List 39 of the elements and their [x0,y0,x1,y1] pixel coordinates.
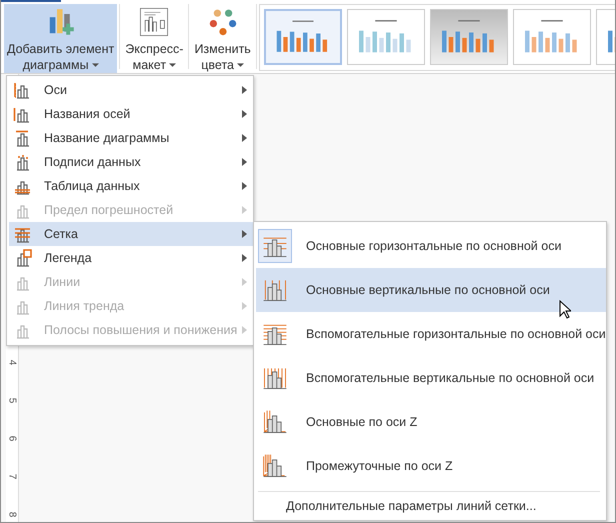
submenu-item[interactable]: Промежуточные по оси Z [256,444,606,488]
ruler-number: 5 [6,396,18,406]
submenu-arrow-icon [242,254,247,262]
submenu-arrow-icon [242,206,247,214]
more-gridline-options-item[interactable]: Дополнительные параметры линий сетки... [256,492,606,516]
submenu-arrow-icon [242,278,247,286]
chart-style-thumbnail[interactable] [512,9,591,65]
submenu-arrow-icon [242,230,247,238]
submenu-arrow-icon [242,326,247,334]
submenu-item[interactable]: Основные по оси Z [256,400,606,444]
submenu-item[interactable]: Вспомогательные горизонтальные по основной оси [256,312,606,356]
ribbon-button[interactable]: Изменить цвета [191,4,254,73]
ribbon-button[interactable]: Экспресс- макет [122,4,186,73]
menu-item[interactable]: Таблица данных [9,174,253,198]
menu-item[interactable]: Легенда [9,246,253,270]
submenu-item[interactable]: Основные вертикальные по основной оси [256,268,606,312]
ruler-number: 4 [6,358,18,368]
chart-style-thumbnail[interactable] [346,9,425,65]
menu-item[interactable]: Подписи данных [9,150,253,174]
submenu-item[interactable]: Основные горизонтальные по основной оси [256,224,606,268]
submenu-arrow-icon [242,86,247,94]
submenu-arrow-icon [242,158,247,166]
ruler-number: 8 [6,510,18,520]
mouse-pointer-icon [559,300,571,319]
submenu-item[interactable]: Вспомогательные вертикальные по основной оси [256,356,606,400]
ruler-number: 6 [6,434,18,444]
submenu-arrow-icon [242,302,247,310]
ruler-number: 7 [6,472,18,482]
ribbon-button[interactable]: Добавить элемент диаграммы [4,4,118,73]
submenu-arrow-icon [242,134,247,142]
chart-style-thumbnail[interactable] [264,9,342,65]
submenu-arrow-icon [242,182,247,190]
menu-item[interactable]: Названия осей [9,102,253,126]
chart-style-thumbnail[interactable] [430,9,508,65]
submenu-arrow-icon [242,110,247,118]
menu-item[interactable]: Название диаграммы [9,126,253,150]
chart-element-icon [13,225,33,243]
menu-item[interactable]: Оси [9,78,253,102]
menu-item[interactable]: Сетка [9,222,253,246]
